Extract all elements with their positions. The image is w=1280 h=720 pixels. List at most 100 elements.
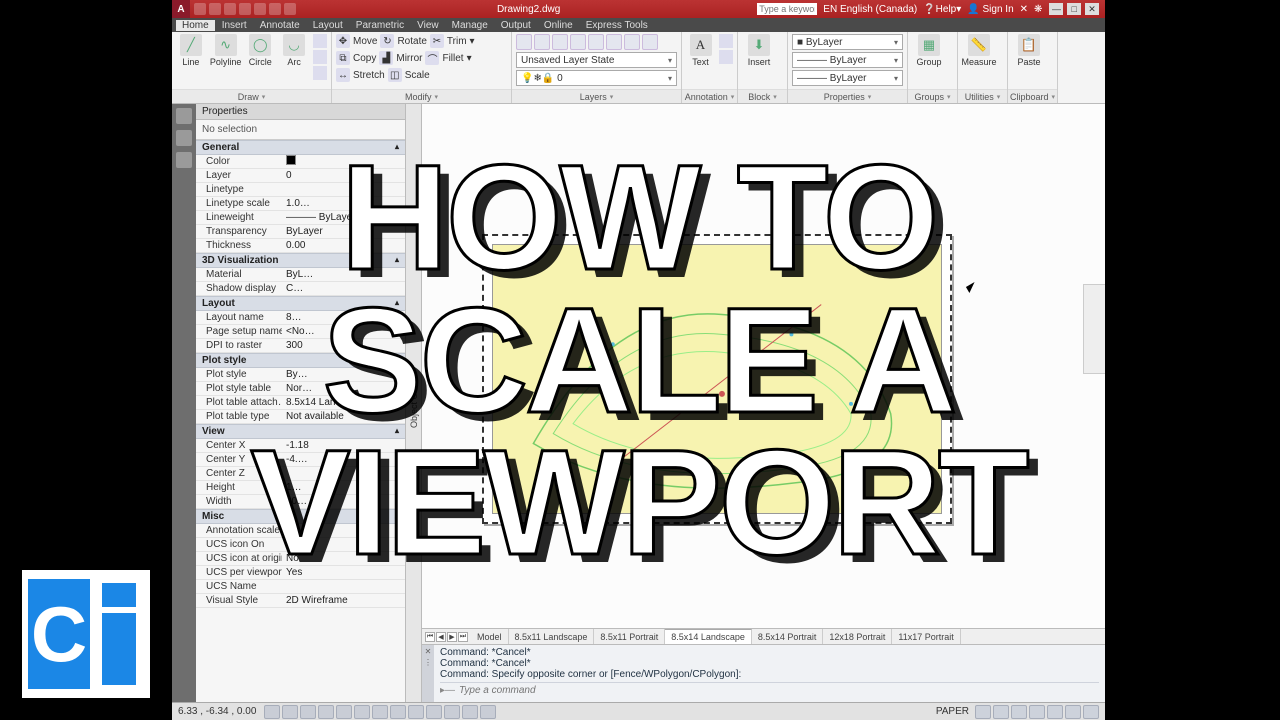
property-row[interactable]: Shadow displayC…	[196, 282, 405, 296]
property-row[interactable]: Thickness0.00	[196, 239, 405, 253]
property-value[interactable]: Nor…	[282, 383, 405, 394]
move-icon[interactable]: ✥	[336, 34, 350, 48]
property-row[interactable]: Layout name8…	[196, 311, 405, 325]
space-indicator[interactable]: PAPER	[936, 706, 969, 717]
cmd-close-icon[interactable]: ✕	[425, 647, 432, 656]
property-value[interactable]: 1…	[282, 482, 405, 493]
layer-tool-icon[interactable]	[570, 34, 586, 50]
property-row[interactable]: Layer0	[196, 169, 405, 183]
lwt-toggle-icon[interactable]	[426, 705, 442, 719]
property-value[interactable]: No	[282, 553, 405, 564]
mirror-icon[interactable]: ▟	[379, 51, 393, 65]
qat-redo-icon[interactable]	[284, 3, 296, 15]
close-button[interactable]: ✕	[1085, 3, 1099, 15]
tab-last-icon[interactable]: ⏭	[458, 632, 468, 642]
copy-icon[interactable]: ⧉	[336, 51, 350, 65]
layout-tab[interactable]: 8.5x11 Portrait	[594, 629, 665, 644]
arc-button[interactable]: ◡Arc	[279, 34, 309, 67]
layer-tool-icon[interactable]	[606, 34, 622, 50]
grid-toggle-icon[interactable]	[282, 705, 298, 719]
panel-label[interactable]: Modify	[332, 89, 511, 103]
tab-prev-icon[interactable]: ◀	[436, 632, 446, 642]
property-value[interactable]	[282, 155, 405, 168]
osnap3d-toggle-icon[interactable]	[354, 705, 370, 719]
status-tool-icon[interactable]	[1047, 705, 1063, 719]
layer-tool-icon[interactable]	[552, 34, 568, 50]
minimize-button[interactable]: —	[1049, 3, 1063, 15]
line-button[interactable]: ╱Line	[176, 34, 206, 67]
ducs-toggle-icon[interactable]	[390, 705, 406, 719]
paper-space-canvas[interactable]	[422, 104, 1105, 628]
layer-tool-icon[interactable]	[516, 34, 532, 50]
property-row[interactable]: Plot style tableNor…	[196, 382, 405, 396]
tab-parametric[interactable]: Parametric	[350, 20, 410, 31]
tab-first-icon[interactable]: ⏮	[425, 632, 435, 642]
layout-tab[interactable]: 8.5x14 Landscape	[665, 629, 752, 644]
property-value[interactable]: 300	[282, 340, 405, 351]
property-value[interactable]: Not available	[282, 411, 405, 422]
status-tool-icon[interactable]	[1083, 705, 1099, 719]
property-value[interactable]: -1.18	[282, 440, 405, 451]
property-value[interactable]: 8.5x14 Landscape	[282, 397, 405, 408]
tab-annotate[interactable]: Annotate	[254, 20, 306, 31]
property-value[interactable]: By…	[282, 369, 405, 380]
property-row[interactable]: UCS icon at originNo	[196, 552, 405, 566]
property-row[interactable]: Width20…	[196, 495, 405, 509]
status-tool-icon[interactable]	[1065, 705, 1081, 719]
layer-tool-icon[interactable]	[588, 34, 604, 50]
coordinate-readout[interactable]: 6.33 , -6.34 , 0.00	[178, 706, 256, 717]
property-group-header[interactable]: View▴	[196, 424, 405, 439]
property-row[interactable]: Plot table attach…8.5x14 Landscape	[196, 396, 405, 410]
command-input[interactable]	[459, 685, 1099, 696]
property-row[interactable]: UCS icon OnYes	[196, 538, 405, 552]
dyn-toggle-icon[interactable]	[408, 705, 424, 719]
property-value[interactable]: 8…	[282, 312, 405, 323]
property-row[interactable]: UCS Name	[196, 580, 405, 594]
ortho-toggle-icon[interactable]	[300, 705, 316, 719]
property-row[interactable]: Lineweight——— ByLayer	[196, 211, 405, 225]
property-row[interactable]: Page setup name<No…	[196, 325, 405, 339]
qat-saveas-icon[interactable]	[239, 3, 251, 15]
property-value[interactable]: 0.00	[282, 240, 405, 251]
property-value[interactable]: Yes	[282, 567, 405, 578]
linetype-combo[interactable]: ——— ByLayer	[792, 70, 903, 86]
polyline-button[interactable]: ∿Polyline	[210, 34, 242, 67]
insert-button[interactable]: ⬇Insert	[742, 34, 776, 67]
panel-label[interactable]: Block	[738, 89, 787, 103]
selection-combo[interactable]: No selection	[196, 120, 405, 140]
color-combo[interactable]: ■ ByLayer	[792, 34, 903, 50]
paste-button[interactable]: 📋Paste	[1012, 34, 1046, 67]
property-value[interactable]: 20…	[282, 496, 405, 507]
tab-online[interactable]: Online	[538, 20, 579, 31]
layout-tab[interactable]: 12x18 Portrait	[823, 629, 892, 644]
object-class-bar[interactable]: Object Class	[406, 104, 422, 702]
property-value[interactable]: <No…	[282, 326, 405, 337]
property-group-header[interactable]: Misc▴	[196, 509, 405, 524]
property-row[interactable]: UCS per viewportYes	[196, 566, 405, 580]
qat-new-icon[interactable]	[194, 3, 206, 15]
property-value[interactable]: ByL…	[282, 269, 405, 280]
property-row[interactable]: DPI to raster300	[196, 339, 405, 353]
palette-icon[interactable]	[176, 130, 192, 146]
dim-icon[interactable]	[719, 34, 733, 48]
help-link[interactable]: ❔Help▾	[923, 4, 961, 15]
property-group-header[interactable]: 3D Visualization▴	[196, 253, 405, 268]
property-value[interactable]: 0	[282, 170, 405, 181]
otrack-toggle-icon[interactable]	[372, 705, 388, 719]
tab-home[interactable]: Home	[176, 20, 215, 31]
property-row[interactable]: MaterialByL…	[196, 268, 405, 282]
scale-icon[interactable]: ◫	[388, 68, 402, 82]
snap-toggle-icon[interactable]	[264, 705, 280, 719]
lineweight-combo[interactable]: ——— ByLayer	[792, 52, 903, 68]
property-row[interactable]: TransparencyByLayer	[196, 225, 405, 239]
panel-label[interactable]: Clipboard	[1008, 89, 1057, 103]
stretch-icon[interactable]: ↔	[336, 68, 350, 82]
property-value[interactable]: ByLayer	[282, 226, 405, 237]
property-group-header[interactable]: General▴	[196, 140, 405, 155]
exchange-icon[interactable]: ✕	[1020, 4, 1028, 15]
draw-extra-icon[interactable]	[313, 50, 327, 64]
language-indicator[interactable]: EN English (Canada)	[823, 4, 917, 15]
layout-tab[interactable]: 11x17 Portrait	[892, 629, 960, 644]
sign-in-link[interactable]: 👤 Sign In	[967, 4, 1013, 15]
panel-label[interactable]: Properties	[788, 89, 907, 103]
